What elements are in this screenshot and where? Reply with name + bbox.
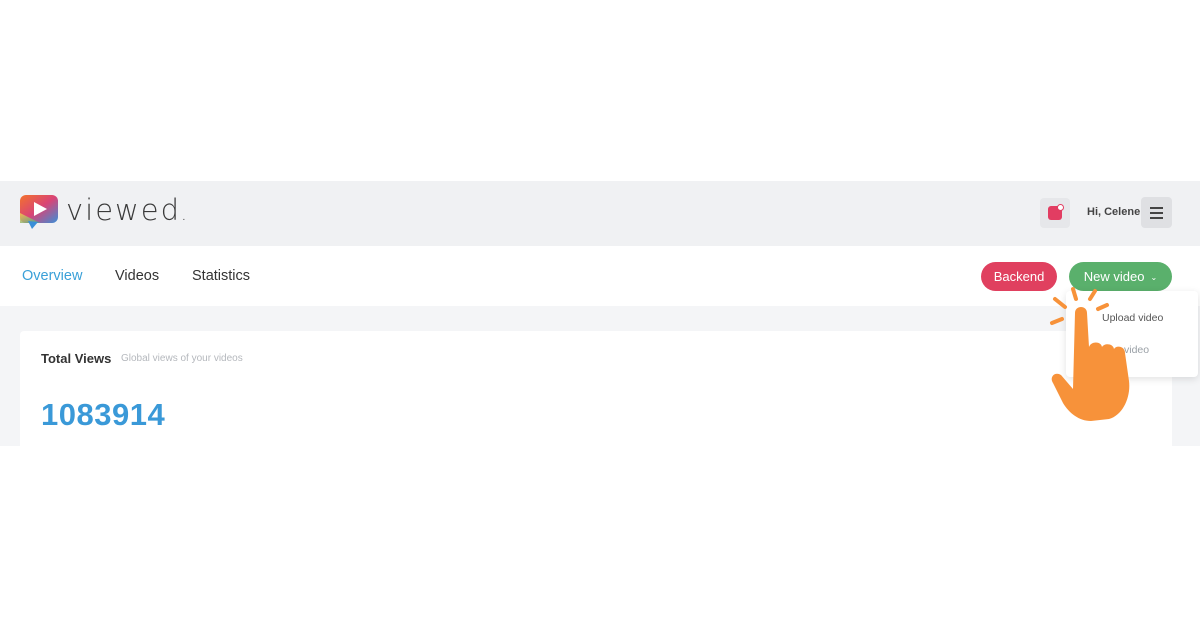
main-nav: Overview Videos Statistics Backend New v… [0,246,1200,306]
notification-icon [1048,204,1064,220]
pointing-hand-icon [1050,287,1130,421]
brand-wordmark: viewed. [66,193,189,227]
tab-videos[interactable]: Videos [115,268,159,284]
new-video-label: New video [1083,269,1145,284]
card-subtitle: Global views of your videos [121,353,243,364]
app-window: viewed. Hi, Celene Overview Videos Stati… [0,181,1200,446]
viewed-logo-icon [20,195,58,229]
total-views-card: Total Views Global views of your videos … [20,331,1172,446]
tab-overview[interactable]: Overview [22,268,82,284]
tab-statistics[interactable]: Statistics [192,268,250,284]
chevron-down-icon: ⌄ [1150,272,1158,282]
total-views-value: 1083914 [41,397,166,432]
menu-button[interactable] [1141,197,1172,228]
card-title: Total Views [41,351,112,366]
user-greeting: Hi, Celene [1087,206,1141,218]
notification-button[interactable] [1040,198,1070,228]
top-header: viewed. Hi, Celene [0,181,1200,246]
brand-logo[interactable]: viewed. [18,193,189,231]
hamburger-menu-icon [1150,206,1163,209]
